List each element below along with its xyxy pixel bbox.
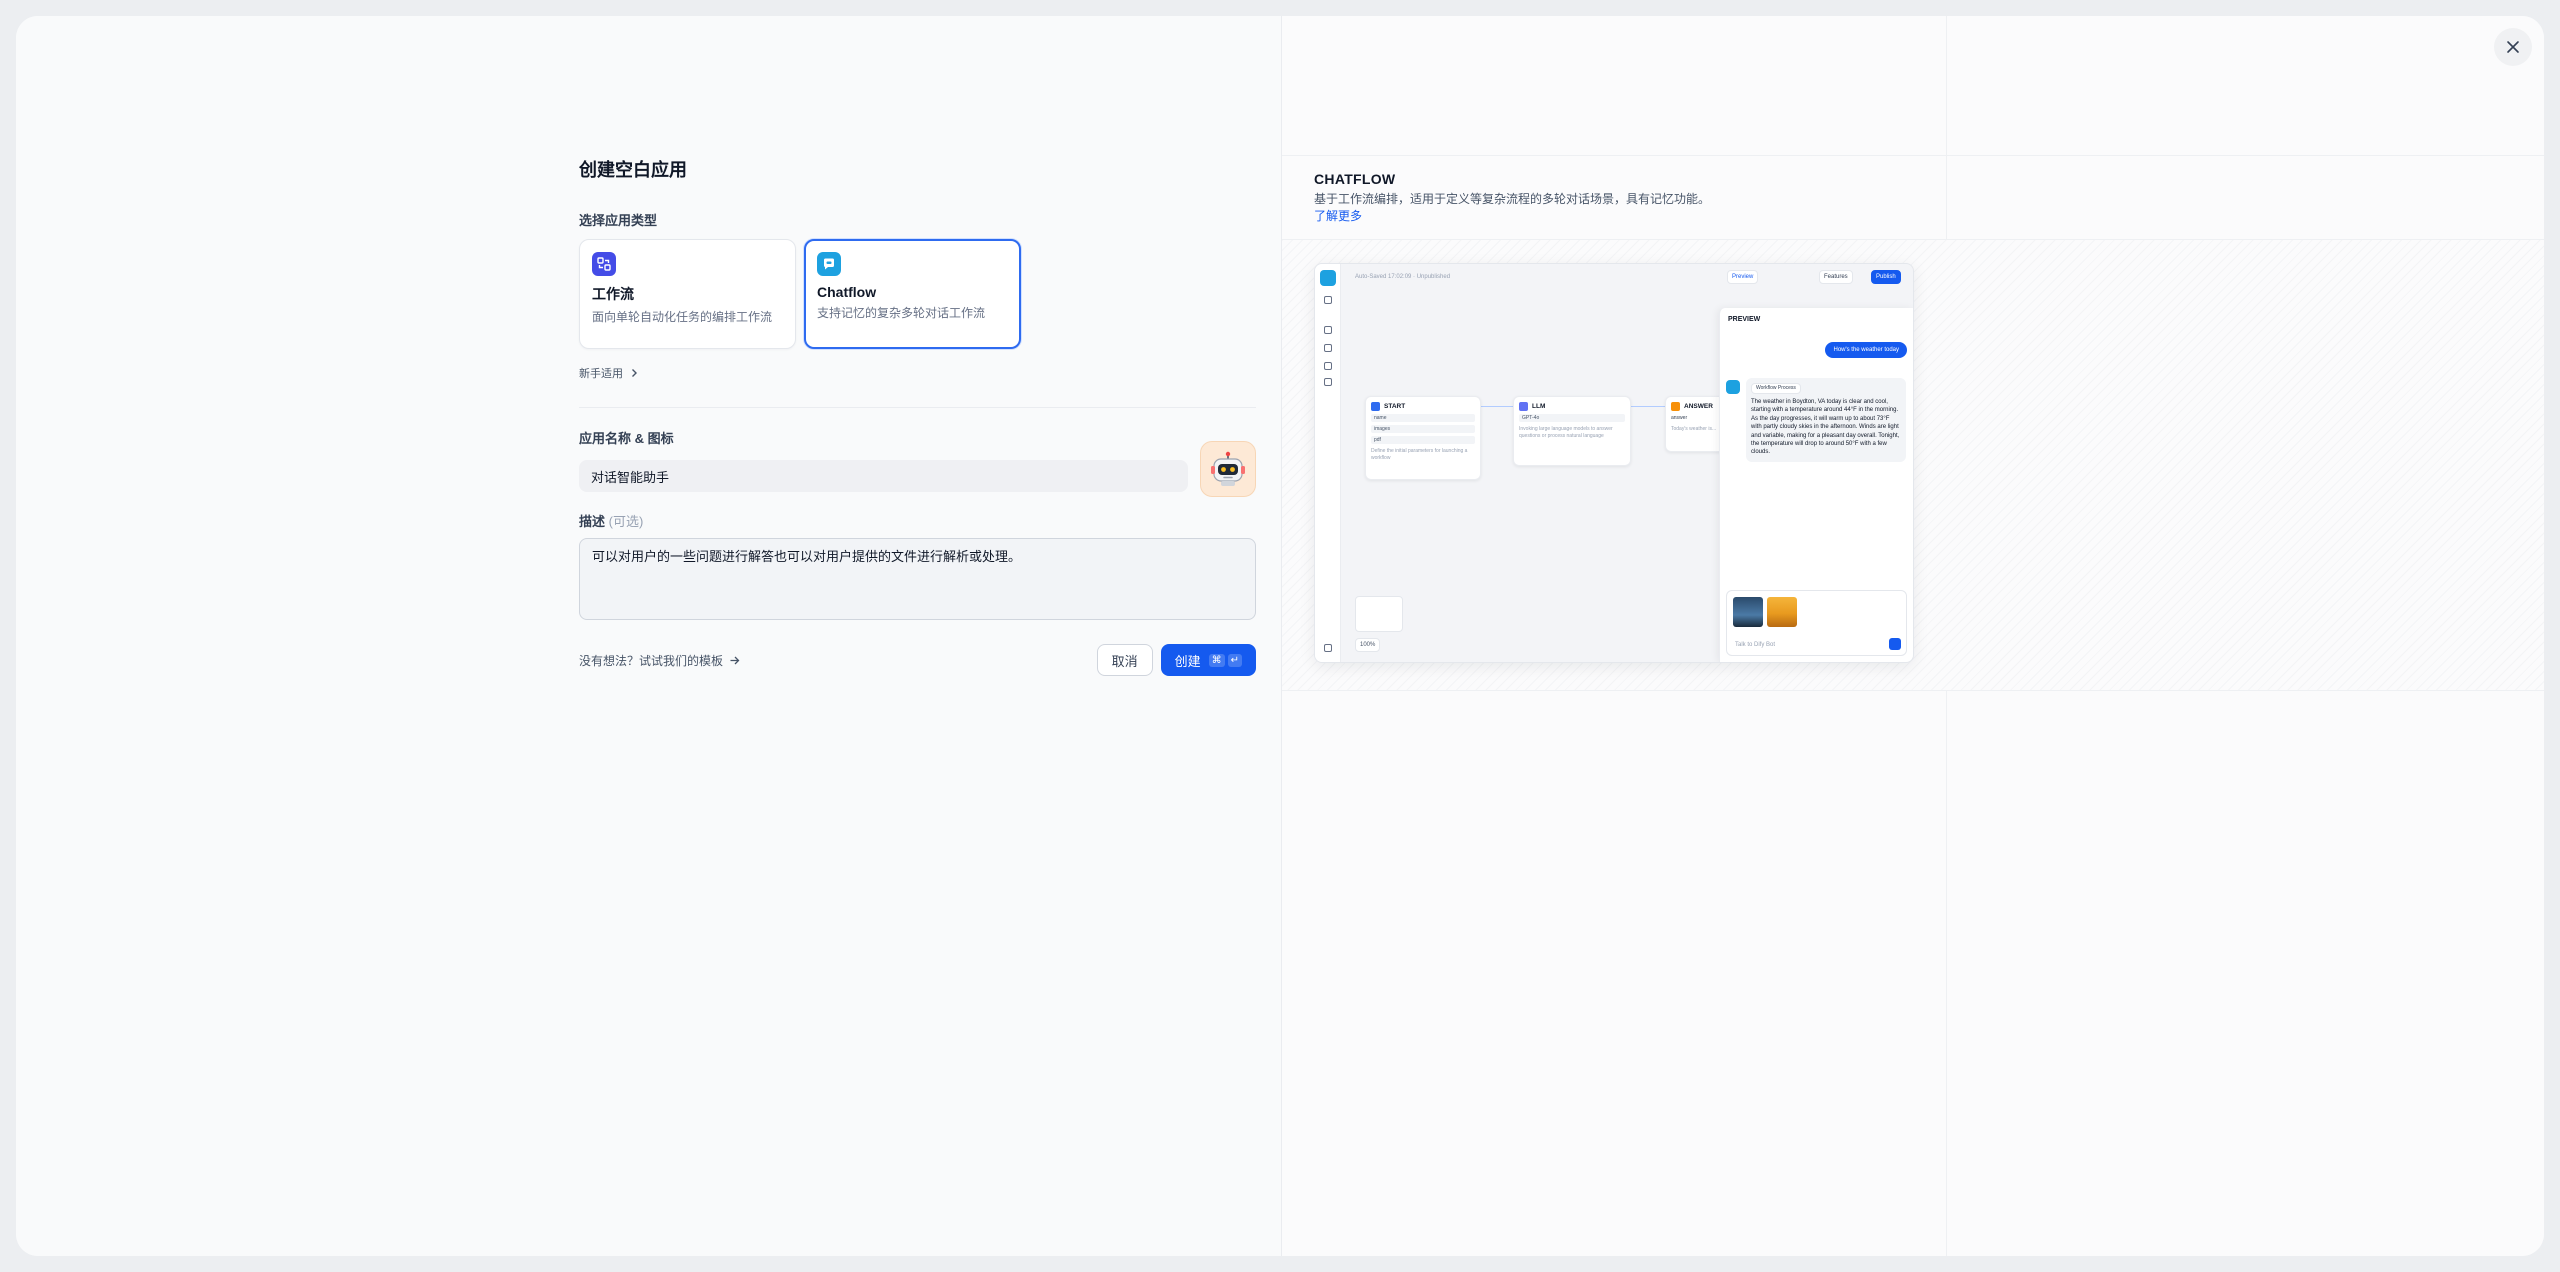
optional-hint: (可选) — [608, 514, 644, 529]
node-field: images — [1371, 425, 1475, 433]
app-type-desc: 面向单轮自动化任务的编排工作流 — [592, 310, 773, 324]
node-note: Invoking large language models to answer… — [1519, 426, 1613, 439]
node-field: GPT-4o — [1519, 414, 1625, 422]
description-label: 描述 — [579, 514, 606, 529]
edge — [1631, 406, 1665, 407]
nav-icon — [1324, 362, 1332, 370]
app-type-label: 选择应用类型 — [579, 213, 658, 228]
nav-icon — [1324, 378, 1332, 386]
chevron-right-icon — [632, 369, 637, 377]
name-row: 对话智能助手 — [579, 441, 1256, 497]
answer-icon — [1671, 402, 1680, 411]
create-app-dialog: 创建空白应用 选择应用类型 工作流 面向单轮自动化任务的编排工作流 Chatfl… — [16, 16, 2544, 1256]
arrow-right-icon — [730, 656, 740, 664]
template-link[interactable]: 没有想法？试试我们的模板 — [579, 652, 740, 669]
app-type-name: Chatflow — [817, 284, 877, 300]
node-title: LLM — [1532, 403, 1546, 410]
publish-button: Publish — [1871, 270, 1901, 284]
minimap — [1355, 596, 1403, 632]
features-button: Features — [1819, 270, 1853, 284]
preview-header: CHATFLOW 基于工作流编排，适用于定义等复杂流程的多轮对话场景，具有记忆功… — [1314, 171, 1714, 226]
close-icon — [2507, 41, 2519, 53]
dialog-footer: 没有想法？试试我们的模板 取消 创建 ⌘ ↵ — [579, 644, 1256, 676]
app-icon-picker[interactable] — [1200, 441, 1256, 497]
enter-key: ↵ — [1227, 653, 1242, 667]
beginner-label: 新手适用 — [579, 368, 623, 380]
preview-title: CHATFLOW — [1314, 171, 1396, 187]
node-note: Define the initial parameters for launch… — [1371, 448, 1468, 461]
template-link-label: 没有想法？试试我们的模板 — [579, 653, 724, 668]
close-button[interactable] — [2494, 28, 2532, 66]
llm-icon — [1519, 402, 1528, 411]
chat-input-placeholder: Talk to Dify Bot — [1735, 642, 1776, 648]
send-icon — [1889, 638, 1901, 650]
chatflow-icon — [817, 252, 841, 276]
node-note: Today's weather is... — [1671, 425, 1717, 432]
divider — [579, 407, 1256, 408]
answer-node: ANSWER answer Today's weather is... — [1665, 396, 1725, 452]
chatflow-preview-screenshot: Auto-Saved 17:02:09 · Unpublished Previe… — [1314, 263, 1914, 663]
create-form: 创建空白应用 选择应用类型 工作流 面向单轮自动化任务的编排工作流 Chatfl… — [579, 156, 1256, 676]
nav-icon — [1324, 296, 1332, 304]
attached-image-thumbnail — [1767, 597, 1797, 627]
zoom-toolbar: 100% — [1355, 638, 1381, 652]
workflow-process-tag: Workflow Process — [1751, 383, 1801, 394]
answer-text: The weather in Boydton, VA today is clea… — [1751, 399, 1900, 456]
robot-icon — [1211, 451, 1245, 486]
app-type-name: 工作流 — [592, 286, 634, 302]
user-message: How's the weather today — [1825, 342, 1907, 358]
grid-line — [1282, 155, 2544, 156]
node-field: pdf — [1371, 436, 1475, 444]
nav-icon — [1324, 344, 1332, 352]
cancel-button[interactable]: 取消 — [1096, 644, 1153, 676]
app-logo-icon — [1320, 270, 1336, 286]
node-title: START — [1384, 403, 1406, 410]
create-button-label: 创建 — [1174, 653, 1201, 669]
form-panel: 创建空白应用 选择应用类型 工作流 面向单轮自动化任务的编排工作流 Chatfl… — [16, 16, 1281, 1256]
bot-answer: Workflow Process The weather in Boydton,… — [1746, 378, 1906, 462]
preview-panel-title: PREVIEW — [1728, 316, 1761, 323]
llm-node: LLM GPT-4o Invoking large language model… — [1513, 396, 1631, 466]
app-type-workflow[interactable]: 工作流 面向单轮自动化任务的编排工作流 — [579, 239, 796, 349]
preview-desc-text: 基于工作流编排，适用于定义等复杂流程的多轮对话场景，具有记忆功能。 — [1314, 192, 1711, 206]
preview-chat-panel: PREVIEW How's the weather today Workflow… — [1719, 308, 1913, 662]
start-icon — [1371, 402, 1380, 411]
workflow-icon — [592, 252, 616, 276]
create-shortcut: ⌘ ↵ — [1208, 653, 1242, 667]
learn-more-link[interactable]: 了解更多 — [1314, 209, 1362, 223]
beginner-toggle[interactable]: 新手适用 — [579, 365, 1256, 381]
grid-line — [1282, 690, 2544, 691]
autosave-status: Auto-Saved 17:02:09 · Unpublished — [1355, 274, 1451, 280]
chat-input-area: Talk to Dify Bot — [1726, 590, 1907, 656]
dialog-actions: 取消 创建 ⌘ ↵ — [1096, 644, 1256, 676]
description-label-row: 描述 (可选) — [579, 511, 1256, 530]
nav-icon — [1324, 326, 1332, 334]
preview-panel: CHATFLOW 基于工作流编排，适用于定义等复杂流程的多轮对话场景，具有记忆功… — [1281, 16, 2544, 1256]
description-textarea[interactable]: 可以对用户的一些问题进行解答也可以对用户提供的文件进行解析或处理。 — [579, 538, 1256, 620]
app-type-chatflow[interactable]: Chatflow 支持记忆的复杂多轮对话工作流 — [804, 239, 1021, 349]
create-button[interactable]: 创建 ⌘ ↵ — [1160, 644, 1256, 676]
preview-description: 基于工作流编排，适用于定义等复杂流程的多轮对话场景，具有记忆功能。 了解更多 — [1314, 191, 1714, 226]
app-type-options: 工作流 面向单轮自动化任务的编排工作流 Chatflow 支持记忆的复杂多轮对话… — [579, 239, 1256, 349]
nav-icon — [1324, 644, 1332, 652]
zoom-level: 100% — [1360, 642, 1376, 648]
node-field: name — [1371, 414, 1475, 422]
edge — [1481, 406, 1513, 407]
dialog-title: 创建空白应用 — [579, 160, 687, 180]
preview-topbar: Auto-Saved 17:02:09 · Unpublished Previe… — [1341, 264, 1913, 292]
preview-button: Preview — [1727, 270, 1759, 284]
attached-image-thumbnail — [1733, 597, 1763, 627]
node-field: answer — [1671, 415, 1688, 421]
app-type-desc: 支持记忆的复杂多轮对话工作流 — [817, 306, 986, 320]
app-name-input[interactable]: 对话智能助手 — [579, 460, 1188, 492]
cmd-key: ⌘ — [1208, 653, 1225, 667]
bot-avatar-icon — [1726, 380, 1740, 394]
node-title: ANSWER — [1684, 403, 1713, 410]
preview-sidebar — [1315, 264, 1341, 662]
start-node: START name images pdf Define the initial… — [1365, 396, 1481, 480]
